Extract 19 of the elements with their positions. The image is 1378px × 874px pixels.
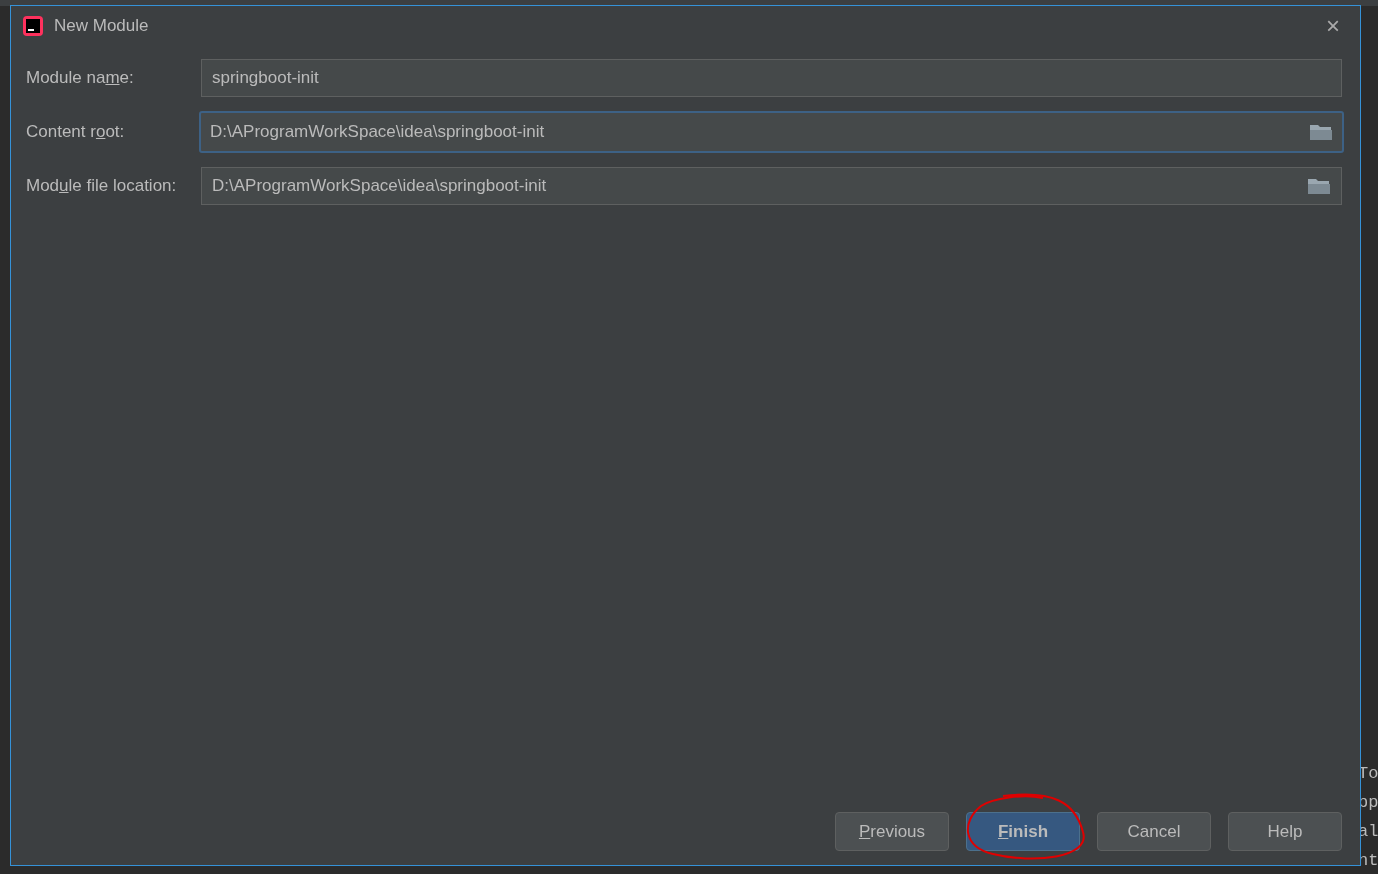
field-value: springboot-init (212, 67, 319, 90)
dialog-button[interactable]: Help (1228, 812, 1342, 851)
field-label: Content root: (26, 121, 126, 144)
text-field[interactable]: springboot-init (201, 59, 1342, 97)
dialog-button[interactable]: Cancel (1097, 812, 1211, 851)
close-button[interactable]: × (1326, 14, 1340, 38)
field-label: Module file location: (26, 175, 178, 198)
dialog-title: New Module (54, 15, 149, 38)
dialog-button[interactable]: Finish (966, 812, 1080, 851)
field-value: D:\AProgramWorkSpace\idea\springboot-init (212, 175, 547, 198)
folder-icon[interactable] (1309, 123, 1333, 141)
field-label: Module name: (26, 67, 135, 90)
folder-icon[interactable] (1307, 177, 1331, 195)
text-field[interactable]: D:\AProgramWorkSpace\idea\springboot-init (201, 167, 1342, 205)
dialog-button[interactable]: Previous (835, 812, 949, 851)
text-field[interactable]: D:\AProgramWorkSpace\idea\springboot-init (199, 111, 1344, 153)
console-text: To (1358, 764, 1378, 784)
app-logo-icon (22, 15, 44, 37)
field-value: D:\AProgramWorkSpace\idea\springboot-init (210, 121, 545, 144)
